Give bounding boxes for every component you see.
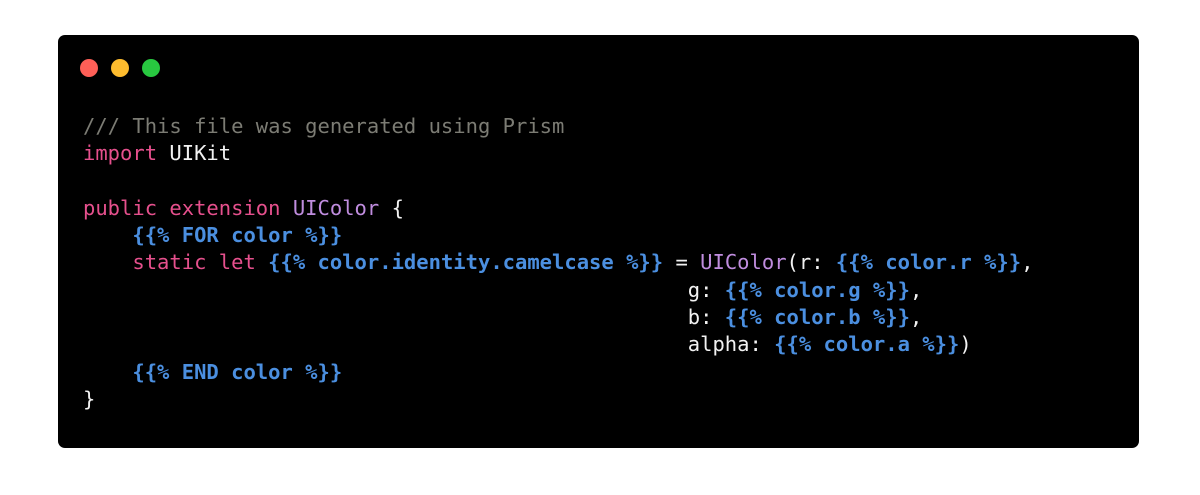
code-line: {{% FOR color %}} bbox=[83, 222, 1033, 249]
code-token-template: {{% color.a %}} bbox=[774, 332, 960, 357]
code-token-keyword: static bbox=[132, 250, 207, 275]
code-token-template: {{% FOR color %}} bbox=[132, 223, 343, 248]
close-dot-icon[interactable] bbox=[80, 59, 98, 77]
code-token-plain: , bbox=[1021, 250, 1034, 275]
code-token-keyword: extension bbox=[169, 195, 281, 220]
code-line: import UIKit bbox=[83, 140, 1033, 167]
code-line: b: {{% color.b %}}, bbox=[83, 304, 1033, 331]
code-line: /// This file was generated using Prism bbox=[83, 113, 1033, 140]
code-token-type: UIColor bbox=[292, 195, 380, 220]
code-token-plain: , bbox=[909, 305, 923, 330]
code-token-template: {{% color.r %}} bbox=[835, 250, 1022, 275]
code-line: g: {{% color.g %}}, bbox=[83, 277, 1033, 304]
code-token-plain: g: bbox=[687, 277, 725, 302]
window-controls bbox=[80, 59, 160, 77]
code-block: /// This file was generated using Prism i… bbox=[83, 113, 1033, 413]
code-token-plain: ) bbox=[959, 332, 972, 357]
code-token-template: {{% color.b %}} bbox=[724, 305, 910, 330]
code-line: alpha: {{% color.a %}}) bbox=[83, 331, 1033, 358]
code-token-template: {{% color.identity.camelcase %}} bbox=[268, 250, 664, 275]
code-window: /// This file was generated using Prism i… bbox=[58, 35, 1139, 448]
code-line: static let {{% color.identity.camelcase … bbox=[83, 249, 1033, 276]
code-token-keyword: public bbox=[83, 195, 158, 220]
code-line: } bbox=[83, 386, 1033, 413]
code-line: {{% END color %}} bbox=[83, 359, 1033, 386]
code-token-plain: b: bbox=[687, 305, 725, 330]
code-token-plain: = bbox=[663, 250, 701, 275]
code-token-plain: { bbox=[379, 195, 404, 220]
code-line: public extension UIColor { bbox=[83, 195, 1033, 222]
code-token-plain: UIKit bbox=[157, 141, 232, 166]
code-token-template: {{% END color %}} bbox=[132, 359, 343, 384]
code-token-plain: (r: bbox=[786, 250, 836, 275]
code-token-plain: alpha: bbox=[687, 332, 775, 357]
code-token-keyword: let bbox=[218, 250, 256, 275]
code-token-plain: , bbox=[909, 277, 923, 302]
code-token-comment: /// This file was generated using Prism bbox=[83, 114, 565, 138]
minimize-dot-icon[interactable] bbox=[111, 59, 129, 77]
code-token-plain: } bbox=[83, 386, 96, 411]
code-token-keyword: import bbox=[83, 141, 158, 166]
code-token-template: {{% color.g %}} bbox=[724, 277, 910, 302]
code-token-type: UIColor bbox=[700, 250, 787, 275]
maximize-dot-icon[interactable] bbox=[142, 59, 160, 77]
